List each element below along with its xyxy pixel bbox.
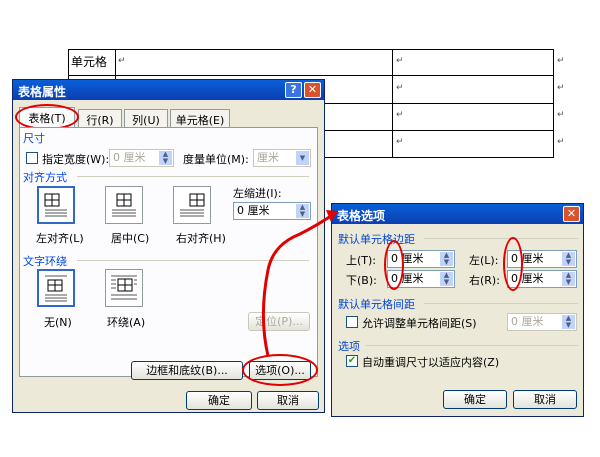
annotation-arrow (262, 210, 338, 357)
